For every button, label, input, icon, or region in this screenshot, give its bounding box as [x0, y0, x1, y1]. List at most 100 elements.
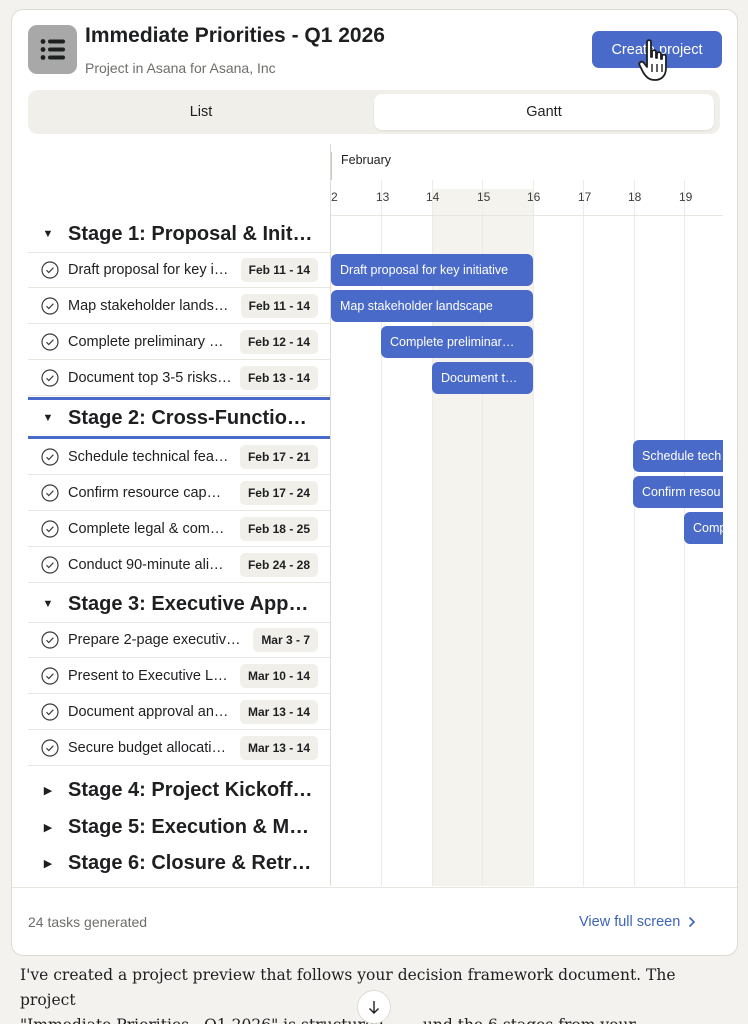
check-circle-icon[interactable]: [41, 483, 59, 502]
task-row[interactable]: Secure budget allocati… Mar 13 - 14: [28, 730, 330, 766]
task-row[interactable]: Document top 3-5 risks… Feb 13 - 14: [28, 360, 330, 396]
chevron-down-icon[interactable]: ▼: [28, 228, 68, 240]
check-circle-icon[interactable]: [41, 666, 59, 685]
day-label: 19: [679, 190, 693, 204]
view-full-screen-label: View full screen: [579, 914, 681, 930]
stage-label: Stage 5: Execution & M…: [68, 815, 310, 838]
stage-header-1[interactable]: ▼ Stage 1: Proposal & Initi…: [28, 216, 330, 252]
check-circle-icon[interactable]: [41, 261, 59, 279]
date-chip: Mar 13 - 14: [239, 735, 318, 760]
task-name: Confirm resource cap…: [68, 484, 222, 501]
day-label: 15: [477, 190, 491, 204]
check-circle-icon[interactable]: [41, 296, 59, 315]
date-chip: Feb 11 - 14: [240, 293, 318, 318]
card-footer: 24 tasks generated View full screen: [12, 887, 737, 955]
gantt-bar[interactable]: Map stakeholder landscape: [331, 290, 533, 322]
task-name: Prepare 2-page executiv…: [68, 632, 241, 648]
task-row[interactable]: Document approval an… Mar 13 - 14: [28, 694, 330, 730]
gantt-timeline: February 2 13 14 15 16 17 18 19 Draft pr…: [331, 144, 723, 886]
task-name: Complete legal & comp…: [68, 520, 232, 537]
date-chip: Mar 13 - 14: [239, 699, 318, 724]
task-row[interactable]: Complete preliminary … Feb 12 - 14: [28, 324, 330, 360]
check-circle-icon[interactable]: [41, 631, 59, 649]
task-row[interactable]: Draft proposal for key i… Feb 11 - 14: [28, 252, 330, 288]
day-label: 13: [376, 190, 390, 204]
task-name: Map stakeholder lands…: [68, 297, 229, 314]
stage-header-6[interactable]: ▶ Stage 6: Closure & Retr…: [28, 845, 330, 881]
task-row[interactable]: Complete legal & comp… Feb 18 - 25: [28, 511, 330, 547]
task-name: Conduct 90-minute ali…: [68, 556, 224, 573]
chevron-down-icon[interactable]: ▼: [28, 412, 68, 424]
task-row[interactable]: Conduct 90-minute ali… Feb 24 - 28: [28, 547, 330, 583]
date-chip: Mar 3 - 7: [253, 628, 318, 652]
gantt-bar[interactable]: Draft proposal for key initiative: [331, 254, 533, 286]
date-chip: Feb 17 - 24: [239, 480, 318, 505]
hand-pointer-icon: [638, 39, 667, 81]
task-row[interactable]: Schedule technical fea… Feb 17 - 21: [28, 439, 330, 475]
day-label: 17: [578, 190, 592, 204]
task-name: Complete preliminary …: [68, 333, 224, 350]
list-icon: [28, 25, 77, 74]
check-circle-icon[interactable]: [41, 332, 59, 351]
stage-header-2[interactable]: ▼ Stage 2: Cross-Functio…: [28, 397, 330, 439]
check-circle-icon[interactable]: [41, 368, 59, 387]
chevron-right-icon[interactable]: ▶: [28, 857, 68, 870]
scroll-down-button[interactable]: [357, 990, 391, 1024]
stage-header-5[interactable]: ▶ Stage 5: Execution & M…: [28, 809, 330, 845]
day-label: 2: [331, 190, 338, 204]
view-full-screen-link[interactable]: View full screen: [579, 914, 696, 930]
date-chip: Mar 10 - 14: [239, 663, 318, 688]
task-name: Secure budget allocati…: [68, 739, 226, 756]
check-circle-icon[interactable]: [41, 702, 59, 721]
stage-label: Stage 6: Closure & Retr…: [68, 851, 312, 874]
date-chip: Feb 11 - 14: [240, 258, 318, 282]
gantt-bar[interactable]: Complete preliminar…: [381, 326, 533, 358]
task-row[interactable]: Confirm resource cap… Feb 17 - 24: [28, 475, 330, 511]
gridline: [533, 180, 534, 886]
task-name: Schedule technical fea…: [68, 448, 229, 465]
task-name: Draft proposal for key i…: [68, 262, 229, 278]
date-chip: Feb 17 - 21: [239, 444, 318, 469]
task-row[interactable]: Present to Executive L… Mar 10 - 14: [28, 658, 330, 694]
gantt-bar[interactable]: Confirm resou: [633, 476, 723, 508]
gantt-bar[interactable]: Document t…: [432, 362, 533, 394]
gantt-bar[interactable]: Schedule tech: [633, 440, 723, 472]
date-chip: Feb 24 - 28: [239, 552, 318, 577]
arrow-down-icon: [369, 1001, 379, 1014]
day-label: 16: [527, 190, 541, 204]
chevron-right-icon[interactable]: ▶: [28, 821, 68, 834]
project-preview-card: Immediate Priorities - Q1 2026 Project i…: [11, 9, 738, 956]
day-label: 14: [426, 190, 440, 204]
gridline: [583, 180, 584, 886]
gridline: [634, 180, 635, 886]
check-circle-icon[interactable]: [41, 555, 59, 574]
task-name: Present to Executive L…: [68, 667, 228, 684]
chevron-down-icon[interactable]: ▼: [28, 598, 68, 610]
tasks-generated-count: 24 tasks generated: [28, 914, 148, 930]
view-switcher: List Gantt: [28, 90, 720, 134]
task-name: Document approval an…: [68, 703, 229, 720]
day-label: 18: [628, 190, 642, 204]
stage-header-3[interactable]: ▼ Stage 3: Executive App…: [28, 586, 330, 622]
tab-list[interactable]: List: [32, 94, 370, 130]
stage-label: Stage 2: Cross-Functio…: [68, 406, 307, 429]
gantt-bar[interactable]: Comp: [684, 512, 723, 544]
task-row[interactable]: Prepare 2-page executiv… Mar 3 - 7: [28, 622, 330, 658]
stage-label: Stage 4: Project Kickoff…: [68, 778, 313, 801]
project-subtitle: Project in Asana for Asana, Inc: [85, 60, 276, 76]
project-title: Immediate Priorities - Q1 2026: [85, 24, 385, 47]
tab-gantt[interactable]: Gantt: [374, 94, 714, 130]
task-row[interactable]: Map stakeholder lands… Feb 11 - 14: [28, 288, 330, 324]
stage-label: Stage 3: Executive App…: [68, 592, 309, 615]
date-chip: Feb 13 - 14: [239, 365, 318, 390]
message-fragment: "Immediate Priorities - Q1 2026" is stru…: [20, 1016, 389, 1024]
task-list-panel: ▼ Stage 1: Proposal & Initi… Draft propo…: [28, 144, 331, 886]
check-circle-icon[interactable]: [41, 738, 59, 757]
check-circle-icon[interactable]: [41, 519, 59, 538]
date-chip: Feb 18 - 25: [239, 516, 318, 541]
task-name: Document top 3-5 risks…: [68, 369, 232, 386]
chevron-right-icon: [689, 916, 696, 928]
check-circle-icon[interactable]: [41, 447, 59, 466]
stage-header-4[interactable]: ▶ Stage 4: Project Kickoff…: [28, 772, 330, 808]
chevron-right-icon[interactable]: ▶: [28, 784, 68, 797]
